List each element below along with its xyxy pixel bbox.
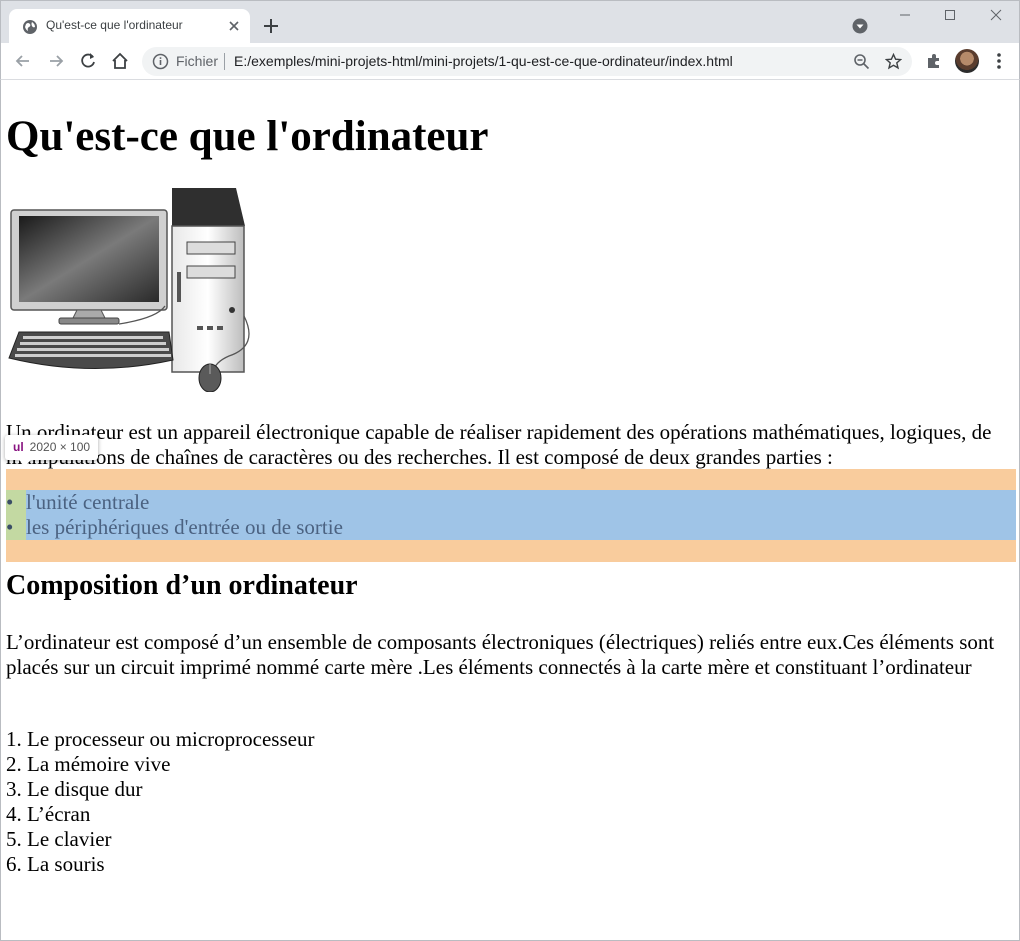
list-item: 6. La souris [6,852,105,876]
minimize-icon[interactable] [899,9,911,21]
page-viewport: Qu'est-ce que l'ordinateur Un ordinateur… [0,80,1020,941]
arrow-right-icon[interactable] [46,51,66,71]
list-item: 4. L’écran [6,802,91,826]
parts-list: l'unité centrale les périphériques d'ent… [6,490,1016,540]
list-item: l'unité centrale [6,490,1016,515]
reload-icon[interactable] [78,51,98,71]
globe-icon [23,20,37,34]
tab-strip: Qu'est-ce que l'ordinateur [0,0,1020,44]
plus-icon[interactable] [262,17,280,35]
list-item: 2. La mémoire vive [6,752,171,776]
devtools-inspect-tooltip: ul 2020 × 100 [5,435,99,466]
url-text[interactable]: E:/exemples/mini-projets-html/mini-proje… [234,53,733,69]
chevron-down-icon[interactable] [852,18,868,34]
star-icon[interactable] [885,53,902,70]
window-close-icon[interactable] [990,9,1002,21]
arrow-left-icon[interactable] [13,51,33,71]
list-item: 5. Le clavier [6,827,112,851]
info-icon[interactable] [152,53,169,70]
puzzle-icon[interactable] [925,52,943,70]
url-divider [224,53,225,70]
tab-active[interactable]: Qu'est-ce que l'ordinateur [9,9,250,44]
devtools-element-highlight: l'unité centrale les périphériques d'ent… [6,469,1016,562]
list-item: 1. Le processeur ou microprocesseur [6,727,315,751]
tooltip-tag-name: ul [13,440,24,454]
tooltip-size: 2020 × 100 [29,440,91,454]
section-paragraph: L’ordinateur est composé d’un ensemble d… [6,630,995,679]
zoom-icon[interactable] [853,53,870,70]
list-item: 3. Le disque dur [6,777,143,801]
avatar[interactable] [955,49,979,73]
kebab-icon[interactable] [991,52,1007,70]
components-list: 1. Le processeur ou microprocesseur 2. L… [6,727,314,877]
intro-paragraph: Un ordinateur est un appareil électroniq… [6,420,992,469]
list-item: les périphériques d'entrée ou de sortie [6,515,1016,540]
close-icon[interactable] [226,18,242,34]
browser-toolbar: Fichier E:/exemples/mini-projets-html/mi… [0,43,1020,80]
computer-illustration [8,188,250,392]
url-scheme-label: Fichier [176,53,219,69]
home-icon[interactable] [110,51,130,71]
address-bar[interactable]: Fichier E:/exemples/mini-projets-html/mi… [142,47,912,76]
page-title: Qu'est-ce que l'ordinateur [6,113,489,160]
tab-title: Qu'est-ce que l'ordinateur [46,18,183,32]
section-heading: Composition d’un ordinateur [6,570,358,601]
maximize-icon[interactable] [944,9,956,21]
